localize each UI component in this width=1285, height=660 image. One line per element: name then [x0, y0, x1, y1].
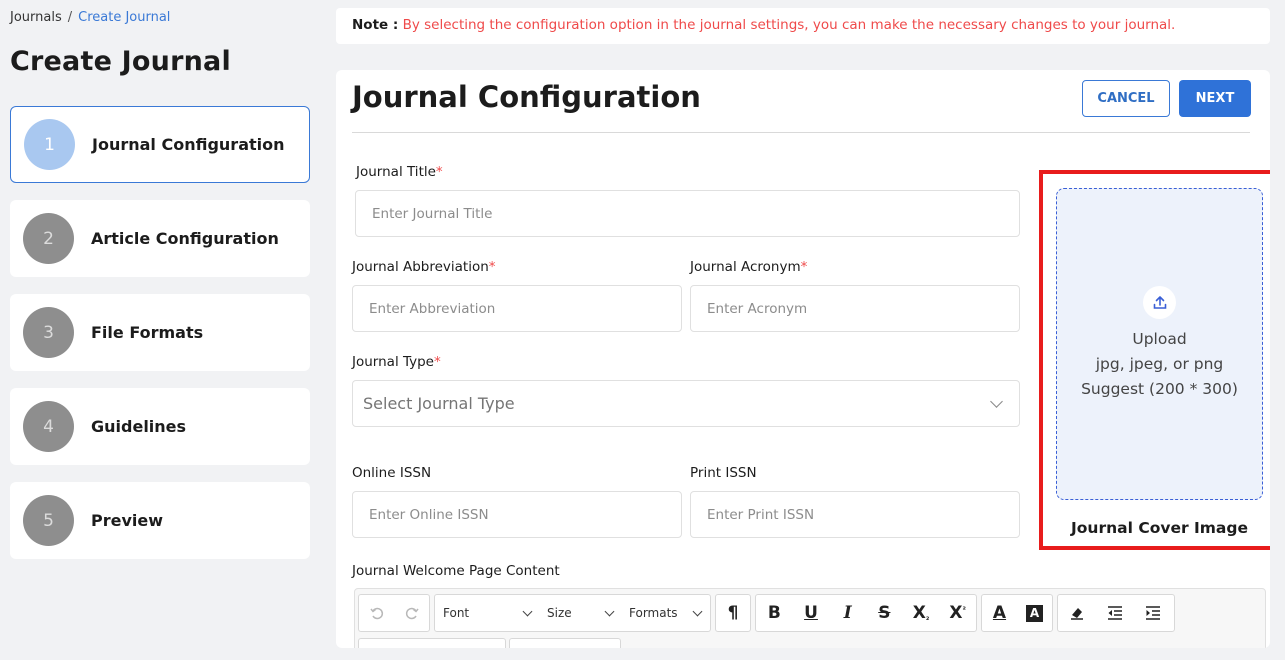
highlight-color-icon[interactable]: A [1017, 595, 1052, 631]
step-label: Guidelines [91, 417, 187, 436]
font-dropdown-label: Font [443, 606, 470, 620]
upload-title: Upload [1132, 330, 1187, 348]
eraser-icon[interactable] [1058, 595, 1096, 631]
step-file-formats[interactable]: 3 File Formats [10, 294, 310, 371]
required-mark: * [435, 164, 443, 180]
required-mark: * [800, 259, 808, 275]
chevron-down-icon [990, 395, 1003, 408]
step-number: 2 [23, 213, 74, 264]
required-mark: * [488, 259, 496, 275]
journal-title-label: Journal Title* [356, 164, 443, 180]
journal-acronym-label: Journal Acronym* [690, 259, 807, 275]
step-guidelines[interactable]: 4 Guidelines [10, 388, 310, 465]
journal-abbreviation-label: Journal Abbreviation* [352, 259, 496, 275]
toolbar-row2-group [509, 638, 621, 648]
step-journal-configuration[interactable]: 1 Journal Configuration [10, 106, 310, 183]
outdent-icon[interactable] [1096, 595, 1134, 631]
form-title: Journal Configuration [352, 80, 701, 114]
required-mark: * [434, 354, 441, 370]
cancel-button[interactable]: CANCEL [1082, 80, 1170, 117]
toolbar-row2-group [358, 638, 506, 648]
strikethrough-icon[interactable]: S [866, 595, 903, 631]
italic-icon[interactable]: I [829, 595, 866, 631]
step-number: 4 [23, 401, 74, 452]
indent-icon[interactable] [1134, 595, 1172, 631]
font-color-icon[interactable]: A [982, 595, 1017, 631]
formats-dropdown-label: Formats [629, 606, 678, 620]
step-number: 5 [23, 495, 74, 546]
welcome-content-editor: Font Size Formats ¶ B U I S X₂ X² A A [354, 588, 1266, 648]
paragraph-icon[interactable]: ¶ [716, 595, 750, 631]
note-label: Note : [352, 17, 399, 33]
undo-icon[interactable] [359, 595, 394, 631]
next-button[interactable]: NEXT [1179, 80, 1251, 117]
journal-type-select[interactable]: Select Journal Type [352, 380, 1020, 427]
misc-group [1057, 594, 1175, 632]
breadcrumb: Journals / Create Journal [10, 10, 170, 25]
step-label: Journal Configuration [92, 135, 285, 154]
color-group: A A [981, 594, 1053, 632]
chevron-down-icon [522, 606, 533, 617]
cover-image-caption: Journal Cover Image [1071, 519, 1248, 537]
upload-formats: jpg, jpeg, or png [1095, 355, 1224, 373]
journal-title-input[interactable] [355, 190, 1020, 237]
bold-icon[interactable]: B [756, 595, 793, 631]
configuration-note: Note : By selecting the configuration op… [336, 8, 1270, 44]
print-issn-input[interactable] [690, 491, 1020, 538]
welcome-content-label: Journal Welcome Page Content [352, 563, 560, 579]
journal-abbreviation-label-text: Journal Abbreviation [352, 259, 489, 275]
paragraph-group: ¶ [715, 594, 751, 632]
formats-dropdown[interactable]: Formats [621, 595, 709, 631]
font-group: Font Size Formats [434, 594, 711, 632]
journal-type-label: Journal Type* [352, 354, 441, 370]
journal-title-label-text: Journal Title [356, 164, 436, 180]
online-issn-label: Online ISSN [352, 465, 432, 481]
step-number: 1 [24, 119, 75, 170]
divider [352, 132, 1250, 133]
breadcrumb-journals-link[interactable]: Journals [10, 10, 62, 25]
step-preview[interactable]: 5 Preview [10, 482, 310, 559]
journal-configuration-card: Journal Configuration CANCEL NEXT Journa… [336, 70, 1270, 648]
journal-acronym-label-text: Journal Acronym [690, 259, 801, 275]
superscript-icon[interactable]: X² [939, 595, 976, 631]
step-label: File Formats [91, 323, 204, 342]
journal-type-label-text: Journal Type [352, 354, 434, 370]
page-title: Create Journal [10, 46, 231, 77]
cover-image-upload-zone[interactable]: Upload jpg, jpeg, or png Suggest (200 * … [1056, 188, 1263, 500]
history-group [358, 594, 430, 632]
subscript-icon[interactable]: X₂ [903, 595, 940, 631]
text-style-group: B U I S X₂ X² [755, 594, 977, 632]
step-label: Article Configuration [91, 229, 279, 248]
size-dropdown-label: Size [547, 606, 572, 620]
step-label: Preview [91, 511, 164, 530]
redo-icon[interactable] [394, 595, 429, 631]
online-issn-input[interactable] [352, 491, 682, 538]
step-article-configuration[interactable]: 2 Article Configuration [10, 200, 310, 277]
upload-size-suggestion: Suggest (200 * 300) [1081, 380, 1238, 398]
breadcrumb-separator: / [67, 10, 73, 25]
size-dropdown[interactable]: Size [539, 595, 621, 631]
chevron-down-icon [604, 606, 615, 617]
journal-acronym-input[interactable] [690, 285, 1020, 332]
journal-abbreviation-input[interactable] [352, 285, 682, 332]
breadcrumb-current[interactable]: Create Journal [78, 10, 170, 25]
journal-type-select-value: Select Journal Type [363, 394, 515, 413]
font-dropdown[interactable]: Font [435, 595, 539, 631]
underline-icon[interactable]: U [793, 595, 830, 631]
print-issn-label: Print ISSN [690, 465, 757, 481]
chevron-down-icon [692, 606, 703, 617]
step-number: 3 [23, 307, 74, 358]
upload-icon [1143, 286, 1176, 319]
note-text: By selecting the configuration option in… [402, 17, 1176, 33]
